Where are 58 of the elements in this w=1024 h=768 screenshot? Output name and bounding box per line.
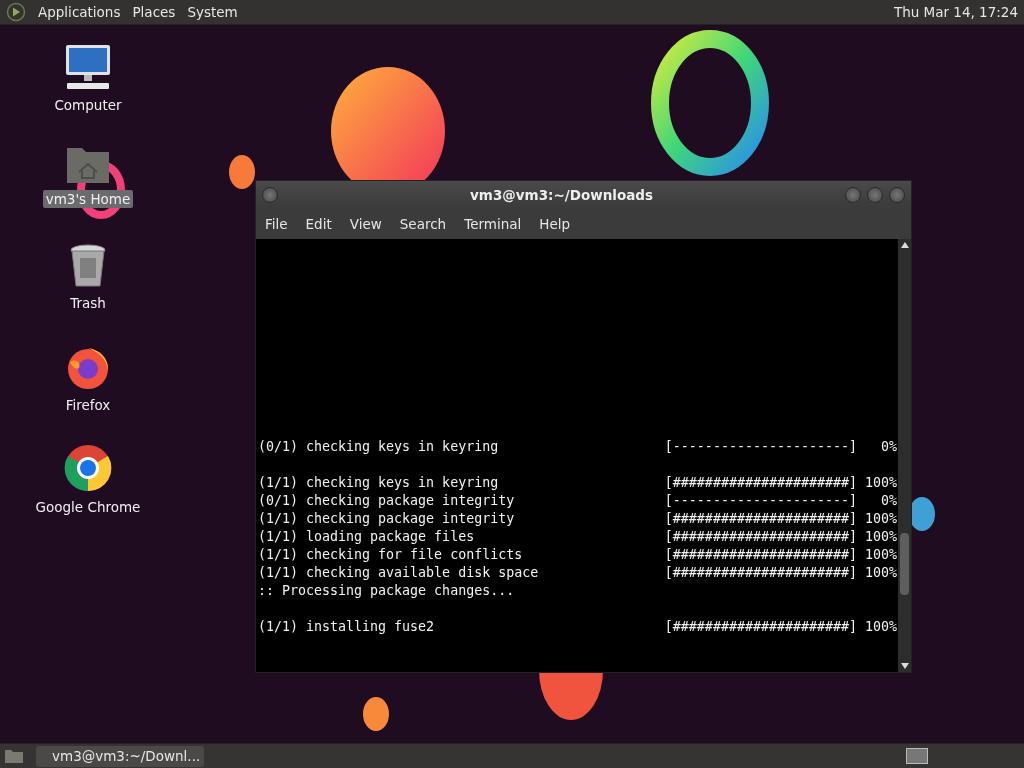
- menu-item[interactable]: Help: [532, 213, 578, 235]
- panel-menu[interactable]: System: [187, 4, 238, 20]
- terminal-line: (0/1) checking keys in keyring: [258, 438, 500, 456]
- scroll-up-icon[interactable]: [900, 242, 909, 248]
- menu-logo-icon[interactable]: [6, 2, 26, 22]
- taskbar-item[interactable]: vm3@vm3:~/Downl...: [36, 745, 204, 767]
- terminal-line: (1/1) checking for file conflicts: [258, 546, 524, 564]
- progress-text: [----------------------]: [664, 438, 857, 456]
- terminal-line: (1/1) checking keys in keyring: [258, 474, 500, 492]
- menu-item[interactable]: Search: [392, 213, 454, 235]
- desktop-icon-label[interactable]: Computer: [51, 96, 125, 114]
- menu-item[interactable]: File: [258, 213, 295, 235]
- scroll-down-icon[interactable]: [900, 663, 909, 669]
- percent-text: 100%: [865, 510, 897, 528]
- close-button[interactable]: [889, 187, 905, 203]
- menu-item[interactable]: Edit: [298, 213, 339, 235]
- percent-text: 100%: [865, 474, 897, 492]
- desktop-icon-label[interactable]: Trash: [67, 294, 109, 312]
- clock[interactable]: Thu Mar 14, 17:24: [893, 4, 1018, 20]
- scrollbar[interactable]: [898, 239, 911, 672]
- progress-text: [######################]: [664, 528, 857, 546]
- workspace-switcher[interactable]: [906, 748, 928, 764]
- progress-text: [----------------------]: [664, 492, 857, 510]
- trash-icon[interactable]: [69, 244, 107, 288]
- percent-text: 0%: [880, 492, 897, 510]
- show-desktop-icon[interactable]: [4, 748, 24, 764]
- percent-text: 100%: [865, 618, 897, 636]
- minimize-button[interactable]: [845, 187, 861, 203]
- terminal-line: (1/1) installing fuse2: [258, 618, 436, 636]
- wallpaper-oval: [228, 154, 256, 190]
- terminal-line: :: Processing package changes...: [258, 582, 516, 600]
- desktop-icon-label[interactable]: Firefox: [62, 396, 114, 414]
- progress-text: [######################]: [664, 546, 857, 564]
- desktop-icon-label[interactable]: Google Chrome: [32, 498, 144, 516]
- window-title: vm3@vm3:~/Downloads: [469, 187, 654, 203]
- desktop-icon-label[interactable]: vm3's Home: [42, 190, 134, 208]
- progress-text: [######################]: [664, 510, 857, 528]
- monitor-icon[interactable]: [63, 44, 113, 90]
- window-menu-button[interactable]: [262, 187, 278, 203]
- terminal-line: (1/1) checking available disk space: [258, 564, 540, 582]
- progress-text: [######################]: [664, 618, 857, 636]
- maximize-button[interactable]: [867, 187, 883, 203]
- terminal-line: (1/1) loading package files: [258, 528, 476, 546]
- menu-item[interactable]: View: [342, 213, 389, 235]
- scrollbar-thumb[interactable]: [900, 533, 909, 595]
- panel-menu[interactable]: Places: [132, 4, 176, 20]
- panel-menu[interactable]: Applications: [38, 4, 121, 20]
- percent-text: 100%: [865, 564, 897, 582]
- progress-text: [######################]: [664, 564, 857, 582]
- percent-text: 0%: [880, 438, 897, 456]
- percent-text: 100%: [865, 546, 897, 564]
- terminal-line: (1/1) checking package integrity: [258, 510, 516, 528]
- percent-text: 100%: [865, 528, 897, 546]
- chrome-icon[interactable]: [64, 444, 112, 492]
- terminal-line: (0/1) checking package integrity: [258, 492, 516, 510]
- progress-text: [######################]: [664, 474, 857, 492]
- menu-item[interactable]: Terminal: [457, 213, 529, 235]
- wallpaper-oval: [362, 696, 390, 732]
